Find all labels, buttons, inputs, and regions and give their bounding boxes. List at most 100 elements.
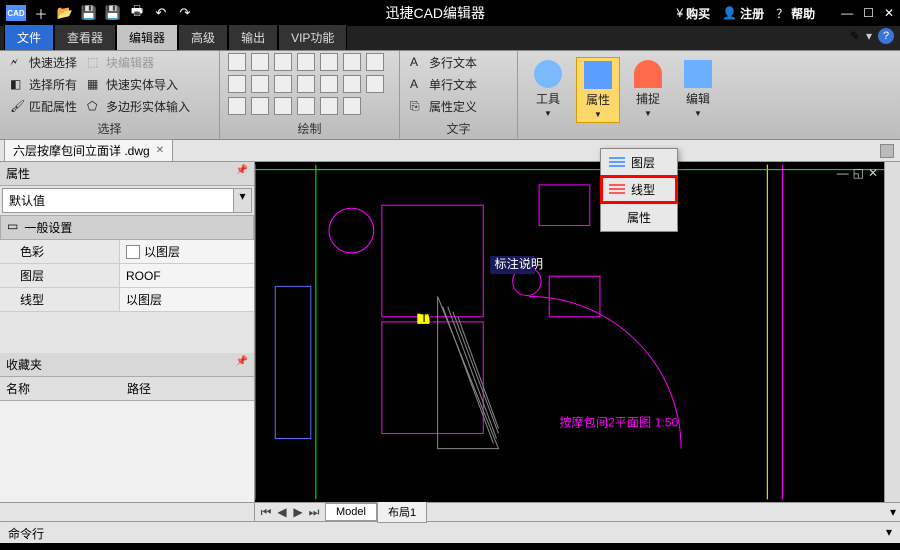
draw-tool[interactable] (251, 75, 269, 93)
prev-icon[interactable]: ◀ (275, 505, 289, 520)
props-title: 属性 (6, 165, 30, 182)
maximize-button[interactable]: ☐ (863, 6, 874, 20)
attrdef-button[interactable]: ⎘属性定义 (408, 97, 479, 116)
popup-linetype[interactable]: 线型 (601, 176, 677, 203)
group-draw-label: 绘制 (228, 118, 391, 139)
prop-linetype[interactable]: 线型以图层 (0, 288, 254, 312)
favorites-title: 收藏夹 (6, 356, 42, 373)
poly-input-button[interactable]: ⬠多边形实体输入 (85, 97, 192, 116)
tab-viewer[interactable]: 查看器 (54, 24, 116, 50)
pen-icon[interactable]: ✎ (850, 29, 860, 43)
popup-props[interactable]: 属性 (601, 203, 677, 231)
block-editor-button: ⬚块编辑器 (85, 53, 192, 72)
first-icon[interactable]: ⏮ (259, 505, 273, 520)
draw-tool[interactable] (297, 97, 315, 115)
svg-text:TV: TV (420, 311, 436, 325)
group-text-label: 文字 (408, 118, 509, 139)
draw-tool[interactable] (343, 97, 361, 115)
vertical-scrollbar[interactable] (884, 162, 900, 502)
draw-tool[interactable] (320, 97, 338, 115)
draw-tool[interactable] (274, 53, 292, 71)
last-icon[interactable]: ⏭ (307, 505, 321, 520)
group-select-label: 选择 (8, 118, 211, 139)
tab-vip[interactable]: VIP功能 (278, 24, 347, 50)
draw-tool[interactable] (274, 97, 292, 115)
tab-editor[interactable]: 编辑器 (116, 24, 178, 50)
draw-tool[interactable] (320, 53, 338, 71)
category-general[interactable]: ▭一般设置 (0, 215, 254, 240)
draw-tool[interactable] (366, 53, 384, 71)
tab-file[interactable]: 文件 (4, 24, 54, 50)
tab-dropdown[interactable] (880, 144, 894, 158)
tab-output[interactable]: 输出 (228, 24, 278, 50)
select-all-button[interactable]: ◧选择所有 (8, 75, 79, 94)
close-doc-icon[interactable]: ✕ (156, 145, 164, 156)
layers-icon (609, 157, 625, 169)
default-combo[interactable]: 默认值▾ (2, 188, 252, 213)
draw-tool[interactable] (228, 75, 246, 93)
snap-button[interactable]: 捕捉▼ (626, 57, 670, 121)
draw-tool[interactable] (274, 75, 292, 93)
draw-tool[interactable] (343, 75, 361, 93)
undo-icon[interactable]: ↶ (152, 4, 170, 22)
buy-link[interactable]: ¥ 购买 (676, 5, 710, 22)
linetype-icon (609, 184, 625, 196)
vp-min-icon[interactable]: — (837, 166, 849, 180)
layout-dropdown[interactable]: ▾ (890, 505, 896, 519)
save-icon[interactable]: 💾 (80, 4, 98, 22)
draw-tool[interactable] (320, 75, 338, 93)
mtext-button[interactable]: A多行文本 (408, 53, 479, 72)
solid-import-button[interactable]: ▦快速实体导入 (85, 75, 192, 94)
drawing-canvas[interactable]: —◱✕ 标注说明 按摩包间2平面图 1:50 TV (255, 162, 884, 502)
vp-max-icon[interactable]: ◱ (853, 166, 864, 180)
document-tab[interactable]: 六层按摩包间立面详 .dwg✕ (4, 139, 173, 162)
cmd-dropdown[interactable]: ▾ (886, 525, 892, 540)
svg-text:按摩包间2平面图 1:50: 按摩包间2平面图 1:50 (559, 414, 678, 429)
tab-advanced[interactable]: 高级 (178, 24, 228, 50)
help-icon[interactable]: ? (878, 28, 894, 44)
tools-button[interactable]: 工具▼ (526, 57, 570, 121)
title-bar: CAD ＋ 📂 💾 💾 🖶 ↶ ↷ 迅捷CAD编辑器 ¥ 购买 👤 注册 ？帮助… (0, 0, 900, 26)
prop-layer[interactable]: 图层ROOF (0, 264, 254, 288)
draw-tool[interactable] (297, 53, 315, 71)
favorites-header: 名称路径 (0, 377, 254, 401)
new-icon[interactable]: ＋ (32, 4, 50, 22)
tab-model[interactable]: Model (325, 503, 377, 521)
draw-tool[interactable] (343, 53, 361, 71)
open-icon[interactable]: 📂 (56, 4, 74, 22)
saveas-icon[interactable]: 💾 (104, 4, 122, 22)
close-button[interactable]: ✕ (884, 6, 894, 20)
draw-tool[interactable] (228, 53, 246, 71)
stext-button[interactable]: A单行文本 (408, 75, 479, 94)
ribbon: 🗲快速选择 ◧选择所有 🖌匹配属性 ⬚块编辑器 ▦快速实体导入 ⬠多边形实体输入… (0, 50, 900, 140)
register-link[interactable]: 👤 注册 (722, 5, 764, 22)
match-props-button[interactable]: 🖌匹配属性 (8, 97, 79, 116)
pin-icon[interactable]: 📌 (236, 165, 248, 182)
draw-tool[interactable] (251, 53, 269, 71)
popup-layers[interactable]: 图层 (601, 149, 677, 176)
draw-tool[interactable] (228, 97, 246, 115)
menu-tabs: 文件 查看器 编辑器 高级 输出 VIP功能 (0, 26, 900, 50)
pin-icon[interactable]: 📌 (236, 356, 248, 373)
redo-icon[interactable]: ↷ (176, 4, 194, 22)
chevron-down-icon[interactable]: ▾ (233, 189, 251, 212)
app-icon: CAD (6, 5, 26, 21)
help-link[interactable]: ？帮助 (776, 5, 815, 22)
props-button[interactable]: 属性▼ (576, 57, 620, 123)
props-dropdown: 图层 线型 属性 (600, 148, 678, 232)
draw-tool[interactable] (251, 97, 269, 115)
vp-close-icon[interactable]: ✕ (868, 166, 878, 180)
quick-select-button[interactable]: 🗲快速选择 (8, 53, 79, 72)
next-icon[interactable]: ▶ (291, 505, 305, 520)
prop-color[interactable]: 色彩以图层 (0, 240, 254, 264)
properties-panel: 属性 📌 默认值▾ ▭一般设置 色彩以图层 图层ROOF 线型以图层 收藏夹 📌 名… (0, 162, 255, 502)
draw-tool[interactable] (297, 75, 315, 93)
app-title: 迅捷CAD编辑器 (194, 3, 676, 23)
print-icon[interactable]: 🖶 (128, 4, 146, 22)
minimize-button[interactable]: — (841, 6, 853, 20)
tab-layout1[interactable]: 布局1 (377, 501, 427, 523)
edit-button[interactable]: 编辑▼ (676, 57, 720, 121)
command-line[interactable]: 命令行▾ (0, 521, 900, 543)
layout-tabs: ⏮◀▶⏭ Model 布局1 ▾ (0, 502, 900, 521)
draw-tool[interactable] (366, 75, 384, 93)
